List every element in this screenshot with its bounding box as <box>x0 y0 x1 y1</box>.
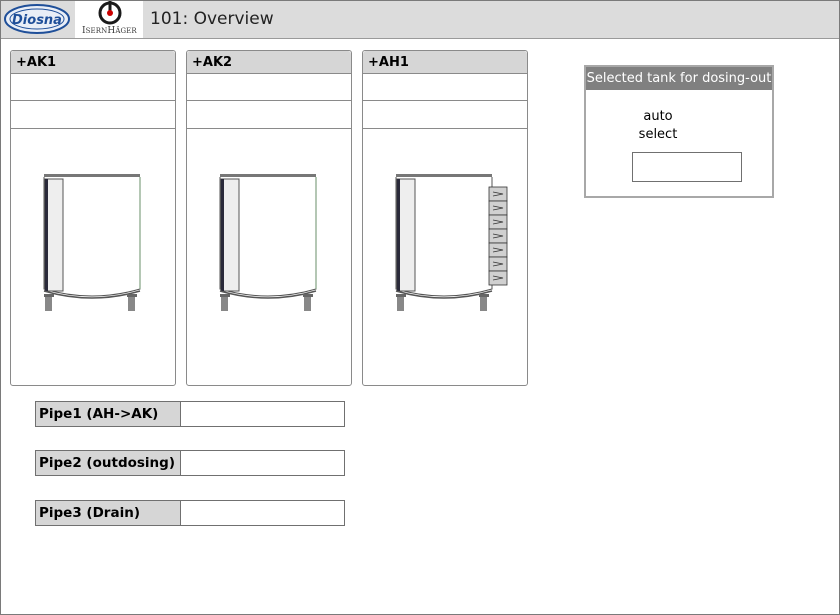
tank-title: +AK1 <box>11 51 175 74</box>
pipe-status-field[interactable] <box>182 451 344 475</box>
tank-panel-ah1[interactable]: +AH1 <box>362 50 528 386</box>
tank-panel-ak1[interactable]: +AK1 <box>10 50 176 386</box>
window-frame: Diosna ISERNHÄGER 101: Overview +AK1 +AK… <box>0 0 840 615</box>
selected-tank-title: Selected tank for dosing-out <box>586 67 772 90</box>
mode-line-select: select <box>638 127 678 142</box>
header-bar: Diosna ISERNHÄGER 101: Overview <box>1 1 839 39</box>
pipe-label: Pipe2 (outdosing) <box>36 451 181 475</box>
tank-value-field <box>187 101 351 129</box>
tank-icon[interactable] <box>217 171 323 316</box>
heat-exchanger-icon <box>488 186 508 286</box>
tank-icon[interactable] <box>41 171 147 316</box>
isernhager-logo: ISERNHÄGER <box>75 1 143 38</box>
tank-status-field <box>11 75 175 101</box>
tank-value-field <box>363 101 527 129</box>
tank-status-field <box>363 75 527 101</box>
pipe-label: Pipe3 (Drain) <box>36 501 181 525</box>
selected-tank-field[interactable] <box>632 152 742 182</box>
page-title: 101: Overview <box>150 9 274 29</box>
tank-title: +AH1 <box>363 51 527 74</box>
selected-tank-panel: Selected tank for dosing-out auto select <box>584 65 774 198</box>
tank-value-field <box>11 101 175 129</box>
tank-icon[interactable] <box>393 171 508 316</box>
tank-title: +AK2 <box>187 51 351 74</box>
pipe3-row: Pipe3 (Drain) <box>35 500 345 526</box>
pipe-label: Pipe1 (AH->AK) <box>36 402 181 426</box>
svg-text:Diosna: Diosna <box>12 13 62 28</box>
tank-panel-ak2[interactable]: +AK2 <box>186 50 352 386</box>
diosna-logo: Diosna <box>3 3 71 35</box>
selection-mode-label[interactable]: auto select <box>628 108 688 144</box>
pipe-status-field[interactable] <box>182 402 344 426</box>
pipe2-row: Pipe2 (outdosing) <box>35 450 345 476</box>
pipe-status-field[interactable] <box>182 501 344 525</box>
pipe1-row: Pipe1 (AH->AK) <box>35 401 345 427</box>
tank-status-field <box>187 75 351 101</box>
mode-line-auto: auto <box>643 109 673 124</box>
